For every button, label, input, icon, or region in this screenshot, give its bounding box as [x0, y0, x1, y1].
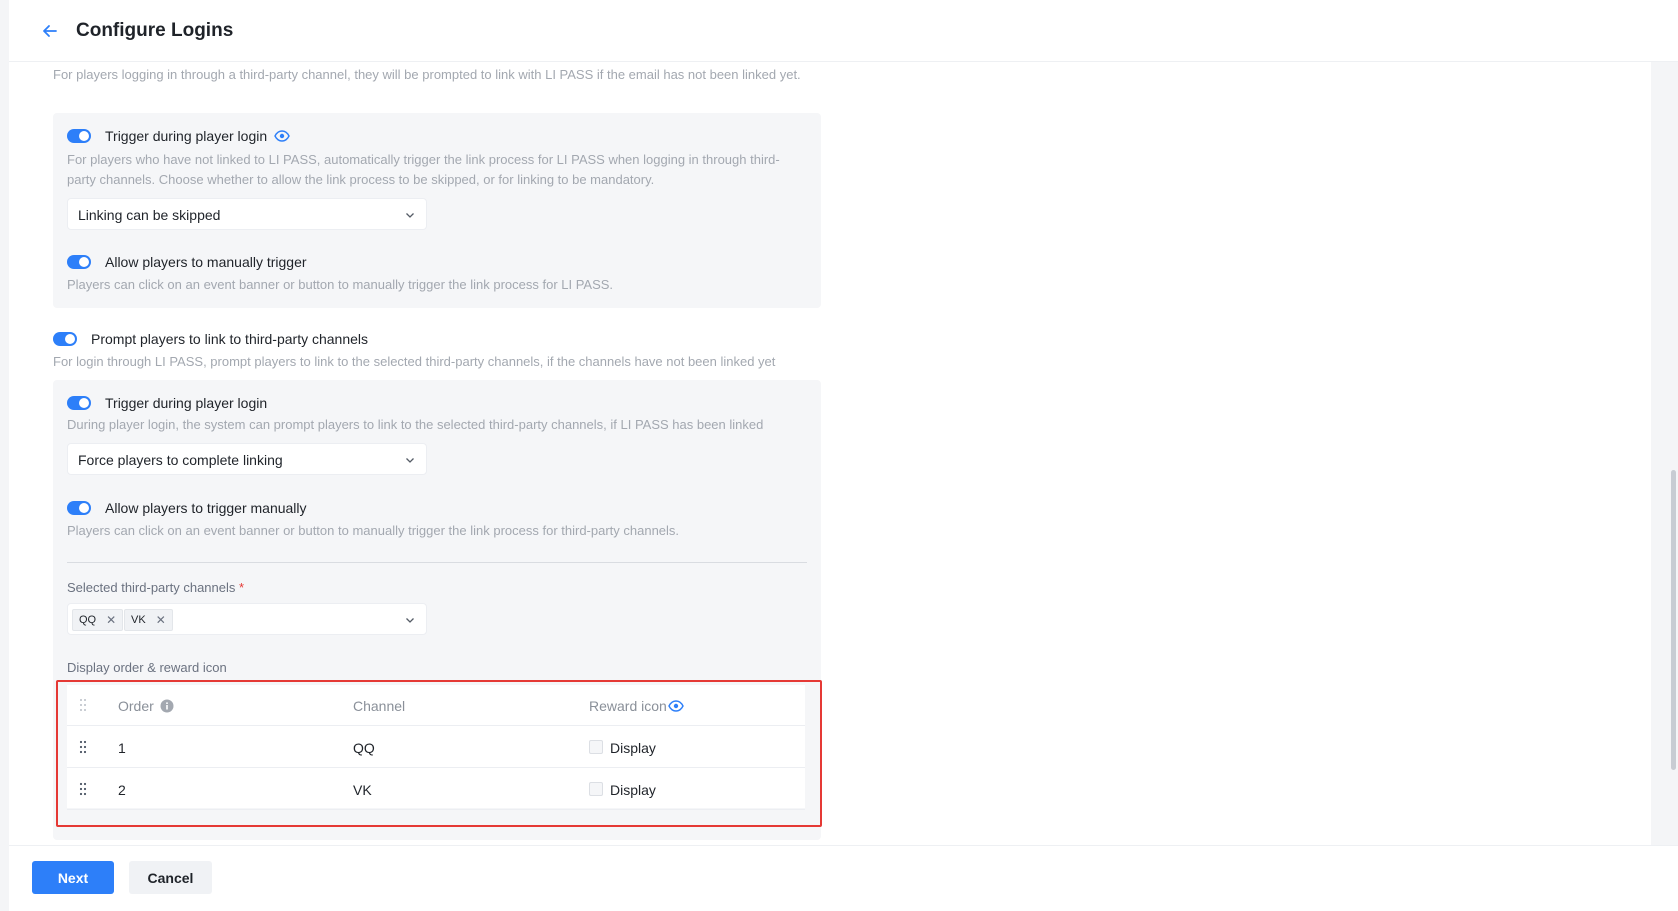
drag-handle-icon — [80, 699, 86, 711]
left-edge — [0, 0, 9, 911]
channel-column-header: Channel — [353, 698, 406, 714]
channels-multiselect[interactable]: QQ ✕ VK ✕ — [67, 603, 427, 635]
force-link-select[interactable]: Force players to complete linking — [67, 443, 427, 475]
link-skip-select[interactable]: Linking can be skipped — [67, 198, 427, 230]
section-divider — [67, 562, 807, 563]
manual-trigger-toggle-2[interactable] — [67, 501, 91, 515]
manual-trigger-description-2: Players can click on an event banner or … — [67, 523, 680, 538]
scrollbar-thumb[interactable] — [1671, 470, 1676, 770]
order-cell: 2 — [118, 782, 126, 798]
cancel-button[interactable]: Cancel — [129, 861, 212, 894]
manual-trigger-label: Allow players to manually trigger — [105, 254, 307, 270]
content-right-edge — [1651, 62, 1661, 845]
trigger-login-label-2: Trigger during player login — [105, 395, 268, 411]
drag-handle-icon[interactable] — [79, 740, 87, 754]
display-reward-label: Display — [610, 740, 656, 756]
order-cell: 1 — [118, 740, 126, 756]
channel-cell: QQ — [353, 740, 375, 756]
trigger-login-toggle[interactable] — [67, 129, 91, 143]
chevron-down-icon — [406, 618, 414, 623]
intro-description: For players logging in through a third-p… — [53, 67, 801, 82]
prompt-third-party-description: For login through LI PASS, prompt player… — [53, 354, 776, 369]
drag-handle-icon[interactable] — [79, 782, 87, 796]
chevron-down-icon — [406, 213, 414, 218]
display-reward-checkbox[interactable] — [589, 740, 603, 754]
back-arrow-icon[interactable] — [40, 21, 60, 41]
table-row[interactable]: 2 VK Display — [67, 769, 805, 810]
next-button[interactable]: Next — [32, 861, 114, 894]
required-mark: * — [239, 580, 245, 595]
channel-tag-vk: VK ✕ — [124, 609, 173, 631]
remove-tag-icon[interactable]: ✕ — [156, 613, 166, 627]
manual-trigger-description: Players can click on an event banner or … — [67, 277, 614, 292]
footer-bar: Next Cancel — [9, 845, 1678, 911]
display-reward-checkbox[interactable] — [589, 782, 603, 796]
link-skip-select-value: Linking can be skipped — [78, 207, 221, 223]
force-link-select-value: Force players to complete linking — [78, 452, 283, 468]
reward-column-header: Reward icon — [589, 698, 667, 714]
order-table-label: Display order & reward icon — [67, 660, 227, 675]
info-icon[interactable] — [160, 699, 174, 713]
eye-icon[interactable] — [274, 129, 290, 143]
channel-tag-label: VK — [131, 614, 146, 626]
remove-tag-icon[interactable]: ✕ — [106, 613, 116, 627]
trigger-login-description-2: During player login, the system can prom… — [67, 417, 764, 432]
table-row[interactable]: 1 QQ Display — [67, 727, 805, 768]
channel-tag-qq: QQ ✕ — [72, 609, 124, 631]
prompt-third-party-label: Prompt players to link to third-party ch… — [91, 331, 369, 347]
prompt-third-party-toggle[interactable] — [53, 332, 77, 346]
trigger-login-toggle-2[interactable] — [67, 396, 91, 410]
order-column-header: Order — [118, 698, 154, 714]
display-reward-label: Display — [610, 782, 656, 798]
page-title: Configure Logins — [76, 20, 234, 41]
manual-trigger-label-2: Allow players to trigger manually — [105, 500, 307, 516]
eye-icon[interactable] — [668, 699, 684, 713]
channels-label: Selected third-party channels * — [67, 580, 245, 595]
manual-trigger-toggle[interactable] — [67, 255, 91, 269]
chevron-down-icon — [406, 458, 414, 463]
page-header: Configure Logins — [9, 0, 1678, 62]
channel-cell: VK — [353, 782, 372, 798]
table-header-row: Order Channel Reward icon — [67, 685, 805, 726]
trigger-login-label: Trigger during player login — [105, 128, 268, 144]
trigger-login-description: For players who have not linked to LI PA… — [67, 152, 780, 187]
channel-tag-label: QQ — [79, 614, 97, 626]
order-table: Order Channel Reward icon 1 QQ Display 2 — [67, 685, 805, 810]
